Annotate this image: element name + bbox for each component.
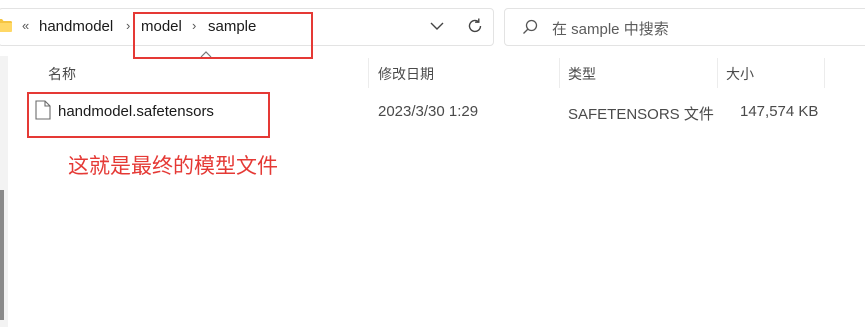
overflow-chevron[interactable]: « — [22, 18, 29, 33]
column-divider[interactable] — [368, 58, 369, 88]
navigation-scrollbar[interactable] — [0, 190, 4, 320]
refresh-icon[interactable] — [465, 16, 485, 36]
column-header-type[interactable]: 类型 — [568, 64, 596, 84]
breadcrumb-separator[interactable]: › — [126, 18, 130, 33]
column-header-size[interactable]: 大小 — [726, 64, 754, 84]
column-divider[interactable] — [824, 58, 825, 88]
annotation-box-file — [27, 92, 270, 138]
file-size: 147,574 KB — [740, 103, 819, 120]
search-icon — [523, 19, 538, 34]
column-header-name[interactable]: 名称 — [48, 64, 76, 84]
annotation-text: 这就是最终的模型文件 — [68, 155, 278, 178]
file-type: SAFETENSORS 文件 — [568, 106, 714, 123]
annotation-box-breadcrumb — [133, 12, 313, 59]
breadcrumb-handmodel[interactable]: handmodel — [39, 18, 113, 35]
search-input[interactable]: 在 sample 中搜索 — [552, 18, 669, 39]
column-header-modified[interactable]: 修改日期 — [378, 64, 434, 84]
folder-icon — [0, 19, 12, 32]
column-divider[interactable] — [559, 58, 560, 88]
chevron-down-icon[interactable] — [427, 16, 447, 36]
file-modified: 2023/3/30 1:29 — [378, 103, 479, 120]
column-divider[interactable] — [717, 58, 718, 88]
